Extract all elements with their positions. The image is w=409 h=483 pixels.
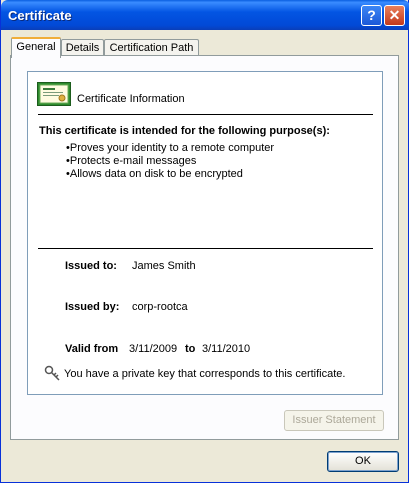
- close-icon: ✕: [388, 7, 401, 23]
- help-button[interactable]: ?: [361, 5, 382, 26]
- tab-label: Details: [65, 42, 100, 54]
- issuer-statement-button[interactable]: Issuer Statement: [284, 410, 384, 431]
- valid-to-label: to: [185, 343, 196, 355]
- purpose-title: This certificate is intended for the fol…: [39, 125, 330, 137]
- issued-to-label: Issued to:: [65, 260, 117, 272]
- key-icon: [44, 365, 60, 381]
- close-button[interactable]: ✕: [384, 5, 405, 26]
- ok-button[interactable]: OK: [327, 451, 399, 472]
- valid-from-value: 3/11/2009: [129, 343, 178, 355]
- divider: [38, 248, 373, 249]
- purpose-item: •Proves your identity to a remote comput…: [66, 142, 275, 154]
- issued-by-value: corp-rootca: [132, 301, 188, 313]
- valid-from-label: Valid from: [65, 343, 119, 355]
- tab-label: General: [16, 41, 56, 53]
- divider: [38, 114, 373, 115]
- button-label: Issuer Statement: [292, 414, 376, 426]
- purpose-item: •Allows data on disk to be encrypted: [66, 168, 243, 180]
- tab-general[interactable]: General: [11, 37, 61, 58]
- issued-to-value: James Smith: [132, 260, 196, 272]
- purpose-item: •Protects e-mail messages: [66, 155, 197, 167]
- issued-by-label: Issued by:: [65, 301, 120, 313]
- help-icon: ?: [367, 7, 376, 23]
- tab-label: Certification Path: [109, 42, 194, 54]
- private-key-text: You have a private key that corresponds …: [64, 368, 346, 380]
- valid-to-value: 3/11/2010: [202, 343, 251, 355]
- button-label: OK: [355, 455, 371, 467]
- info-heading: Certificate Information: [77, 93, 185, 105]
- window-title: Certificate: [8, 8, 72, 23]
- certificate-info-box: Certificate Information This certificate…: [27, 71, 383, 395]
- title-bar[interactable]: Certificate ? ✕: [1, 0, 409, 30]
- certificate-dialog: Certificate ? ✕ General Details Certific…: [0, 0, 409, 483]
- certificate-icon: [37, 82, 71, 106]
